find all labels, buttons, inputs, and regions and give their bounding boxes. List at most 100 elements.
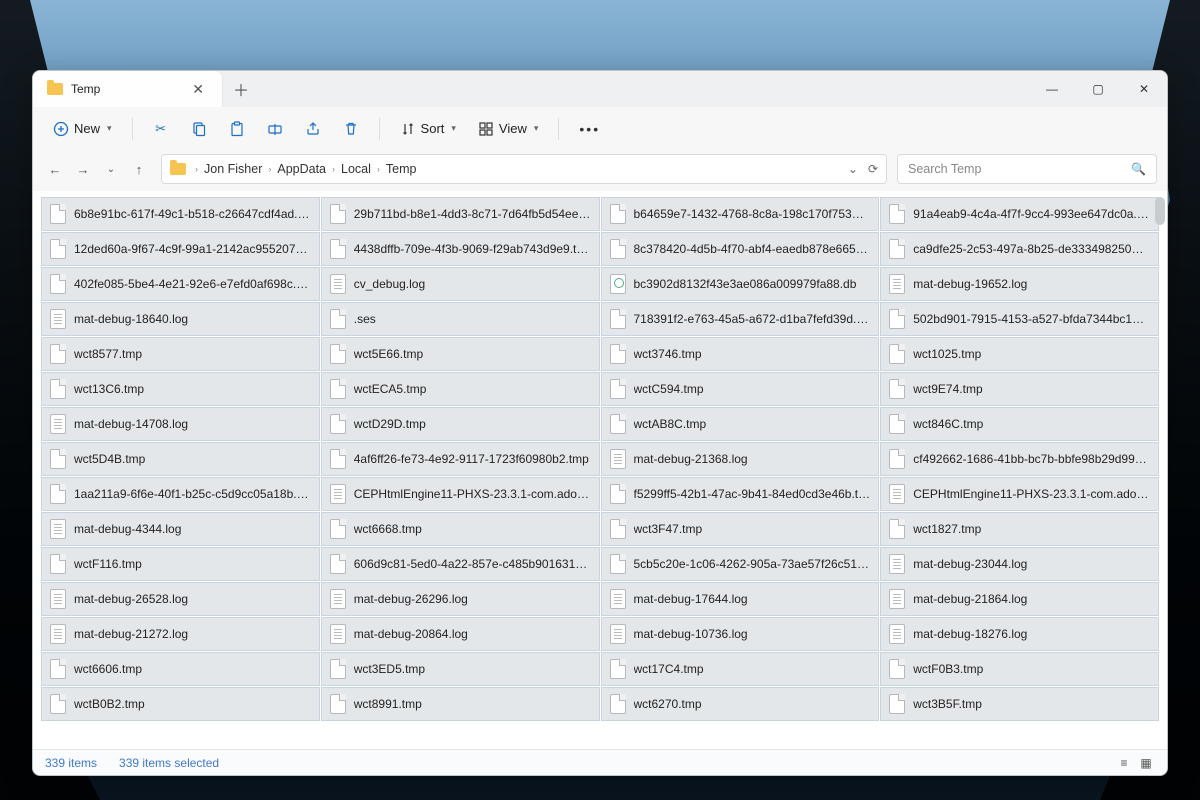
minimize-button[interactable]: — bbox=[1029, 71, 1075, 107]
file-item[interactable]: CEPHtmlEngine11-PHXS-23.3.1-com.adobe... bbox=[321, 477, 600, 511]
file-name: wctECA5.tmp bbox=[354, 382, 427, 396]
file-item[interactable]: 606d9c81-5ed0-4a22-857e-c485b9016318.t..… bbox=[321, 547, 600, 581]
file-item[interactable]: wctD29D.tmp bbox=[321, 407, 600, 441]
file-item[interactable]: wctF116.tmp bbox=[41, 547, 320, 581]
back-button[interactable]: ← bbox=[43, 157, 67, 181]
rename-button[interactable] bbox=[259, 113, 291, 145]
file-item[interactable]: mat-debug-19652.log bbox=[880, 267, 1159, 301]
file-item[interactable]: 718391f2-e763-45a5-a672-d1ba7fefd39d.tmp bbox=[601, 302, 880, 336]
file-item[interactable]: mat-debug-21368.log bbox=[601, 442, 880, 476]
file-item[interactable]: wctAB8C.tmp bbox=[601, 407, 880, 441]
file-item[interactable]: bc3902d8132f43e3ae086a009979fa88.db bbox=[601, 267, 880, 301]
file-item[interactable]: wctB0B2.tmp bbox=[41, 687, 320, 721]
file-item[interactable]: 6b8e91bc-617f-49c1-b518-c26647cdf4ad.tmp bbox=[41, 197, 320, 231]
file-icon bbox=[330, 694, 346, 714]
tiles-view-icon[interactable]: ▦ bbox=[1137, 755, 1155, 771]
tab-add-button[interactable]: ＋ bbox=[223, 77, 259, 101]
file-item[interactable]: f5299ff5-42b1-47ac-9b41-84ed0cd3e46b.tmp bbox=[601, 477, 880, 511]
file-item[interactable]: wct3746.tmp bbox=[601, 337, 880, 371]
paste-button[interactable] bbox=[221, 113, 253, 145]
copy-button[interactable] bbox=[183, 113, 215, 145]
file-name: mat-debug-10736.log bbox=[634, 627, 748, 641]
file-item[interactable]: wct6606.tmp bbox=[41, 652, 320, 686]
file-item[interactable]: 29b711bd-b8e1-4dd3-8c71-7d64fb5d54ee.t..… bbox=[321, 197, 600, 231]
file-item[interactable]: cv_debug.log bbox=[321, 267, 600, 301]
file-item[interactable]: wctC594.tmp bbox=[601, 372, 880, 406]
file-item[interactable]: 5cb5c20e-1c06-4262-905a-73ae57f26c51.tmp bbox=[601, 547, 880, 581]
new-button[interactable]: New ▾ bbox=[45, 113, 120, 145]
cut-button[interactable]: ✂ bbox=[145, 113, 177, 145]
file-item[interactable]: wct9E74.tmp bbox=[880, 372, 1159, 406]
recent-button[interactable]: ⌄ bbox=[99, 157, 123, 181]
breadcrumb-item[interactable]: Temp bbox=[383, 162, 420, 176]
file-item[interactable]: wct6668.tmp bbox=[321, 512, 600, 546]
file-item[interactable]: 502bd901-7915-4153-a527-bfda7344bc15.t..… bbox=[880, 302, 1159, 336]
file-item[interactable]: wctECA5.tmp bbox=[321, 372, 600, 406]
file-item[interactable]: mat-debug-14708.log bbox=[41, 407, 320, 441]
file-item[interactable]: wct17C4.tmp bbox=[601, 652, 880, 686]
file-item[interactable]: CEPHtmlEngine11-PHXS-23.3.1-com.adobe... bbox=[880, 477, 1159, 511]
forward-button[interactable]: → bbox=[71, 157, 95, 181]
file-item[interactable]: wct1827.tmp bbox=[880, 512, 1159, 546]
breadcrumb-item[interactable]: AppData bbox=[274, 162, 329, 176]
file-item[interactable]: wct846C.tmp bbox=[880, 407, 1159, 441]
file-item[interactable]: mat-debug-10736.log bbox=[601, 617, 880, 651]
file-item[interactable]: mat-debug-21272.log bbox=[41, 617, 320, 651]
file-item[interactable]: .ses bbox=[321, 302, 600, 336]
view-button[interactable]: View ▾ bbox=[470, 113, 546, 145]
file-name: wct6668.tmp bbox=[354, 522, 422, 536]
file-item[interactable]: wct5D4B.tmp bbox=[41, 442, 320, 476]
breadcrumb-item[interactable]: Local bbox=[338, 162, 374, 176]
file-item[interactable]: mat-debug-26528.log bbox=[41, 582, 320, 616]
file-item[interactable]: wct3F47.tmp bbox=[601, 512, 880, 546]
file-item[interactable]: mat-debug-20864.log bbox=[321, 617, 600, 651]
file-item[interactable]: wct6270.tmp bbox=[601, 687, 880, 721]
delete-button[interactable] bbox=[335, 113, 367, 145]
tab-active[interactable]: Temp ✕ bbox=[33, 71, 223, 107]
file-item[interactable]: wct3B5F.tmp bbox=[880, 687, 1159, 721]
sort-button[interactable]: Sort ▾ bbox=[392, 113, 464, 145]
history-chevron-icon[interactable]: ⌄ bbox=[848, 162, 858, 176]
breadcrumb-item[interactable]: Jon Fisher bbox=[201, 162, 265, 176]
file-item[interactable]: 402fe085-5be4-4e21-92e6-e7efd0af698c.tmp bbox=[41, 267, 320, 301]
file-list-pane[interactable]: 6b8e91bc-617f-49c1-b518-c26647cdf4ad.tmp… bbox=[33, 191, 1167, 749]
file-name: 91a4eab9-4c4a-4f7f-9cc4-993ee647dc0a.tmp bbox=[913, 207, 1150, 221]
file-icon bbox=[50, 239, 66, 259]
file-item[interactable]: b64659e7-1432-4768-8c8a-198c170f7532.tmp bbox=[601, 197, 880, 231]
share-button[interactable] bbox=[297, 113, 329, 145]
scrollbar-thumb[interactable] bbox=[1155, 197, 1165, 225]
file-item[interactable]: mat-debug-21864.log bbox=[880, 582, 1159, 616]
tab-close-button[interactable]: ✕ bbox=[188, 81, 208, 98]
file-icon bbox=[330, 554, 346, 574]
file-item[interactable]: 12ded60a-9f67-4c9f-99a1-2142ac955207.tmp bbox=[41, 232, 320, 266]
file-item[interactable]: 1aa211a9-6f6e-40f1-b25c-c5d9cc05a18b.tmp bbox=[41, 477, 320, 511]
file-item[interactable]: wct8991.tmp bbox=[321, 687, 600, 721]
file-item[interactable]: 4af6ff26-fe73-4e92-9117-1723f60980b2.tmp bbox=[321, 442, 600, 476]
file-item[interactable]: 8c378420-4d5b-4f70-abf4-eaedb878e665.tmp bbox=[601, 232, 880, 266]
up-button[interactable]: ↑ bbox=[127, 157, 151, 181]
file-item[interactable]: wct1025.tmp bbox=[880, 337, 1159, 371]
more-button[interactable]: ••• bbox=[571, 113, 608, 145]
file-item[interactable]: cf492662-1686-41bb-bc7b-bbfe98b29d99.t..… bbox=[880, 442, 1159, 476]
file-item[interactable]: 4438dffb-709e-4f3b-9069-f29ab743d9e9.tmp bbox=[321, 232, 600, 266]
search-input[interactable]: Search Temp 🔍 bbox=[897, 154, 1157, 184]
file-item[interactable]: mat-debug-17644.log bbox=[601, 582, 880, 616]
file-item[interactable]: mat-debug-23044.log bbox=[880, 547, 1159, 581]
file-item[interactable]: mat-debug-18640.log bbox=[41, 302, 320, 336]
file-item[interactable]: mat-debug-4344.log bbox=[41, 512, 320, 546]
file-item[interactable]: mat-debug-26296.log bbox=[321, 582, 600, 616]
file-item[interactable]: wct8577.tmp bbox=[41, 337, 320, 371]
details-view-icon[interactable]: ≡ bbox=[1115, 755, 1133, 771]
file-item[interactable]: 91a4eab9-4c4a-4f7f-9cc4-993ee647dc0a.tmp bbox=[880, 197, 1159, 231]
file-item[interactable]: wctF0B3.tmp bbox=[880, 652, 1159, 686]
text-file-icon bbox=[889, 624, 905, 644]
file-item[interactable]: ca9dfe25-2c53-497a-8b25-de3334982501.tmp bbox=[880, 232, 1159, 266]
close-button[interactable]: ✕ bbox=[1121, 71, 1167, 107]
file-item[interactable]: wct13C6.tmp bbox=[41, 372, 320, 406]
address-bar[interactable]: › Jon Fisher › AppData › Local › Temp ⌄ … bbox=[161, 154, 887, 184]
file-item[interactable]: wct5E66.tmp bbox=[321, 337, 600, 371]
refresh-icon[interactable]: ⟳ bbox=[868, 162, 878, 176]
file-item[interactable]: wct3ED5.tmp bbox=[321, 652, 600, 686]
maximize-button[interactable]: ▢ bbox=[1075, 71, 1121, 107]
file-item[interactable]: mat-debug-18276.log bbox=[880, 617, 1159, 651]
